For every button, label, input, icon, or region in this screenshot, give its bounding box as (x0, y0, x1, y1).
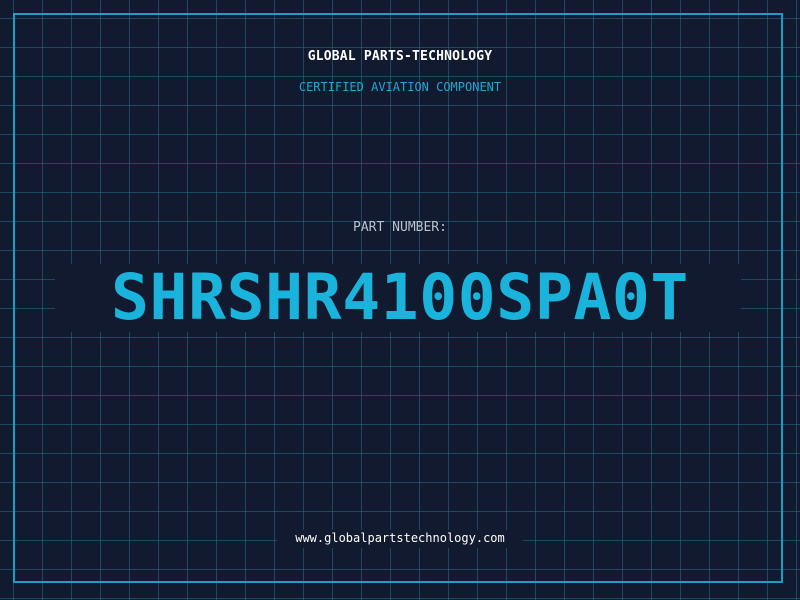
website-url: www.globalpartstechnology.com (295, 531, 505, 545)
certification-subtitle: CERTIFIED AVIATION COMPONENT (298, 80, 502, 94)
company-name: GLOBAL PARTS-TECHNOLOGY (307, 49, 493, 64)
part-number-value: SHRSHR4100SPA0T (111, 261, 689, 334)
part-number-label: PART NUMBER: (353, 220, 447, 235)
label-card: GLOBAL PARTS-TECHNOLOGY CERTIFIED AVIATI… (0, 0, 800, 600)
